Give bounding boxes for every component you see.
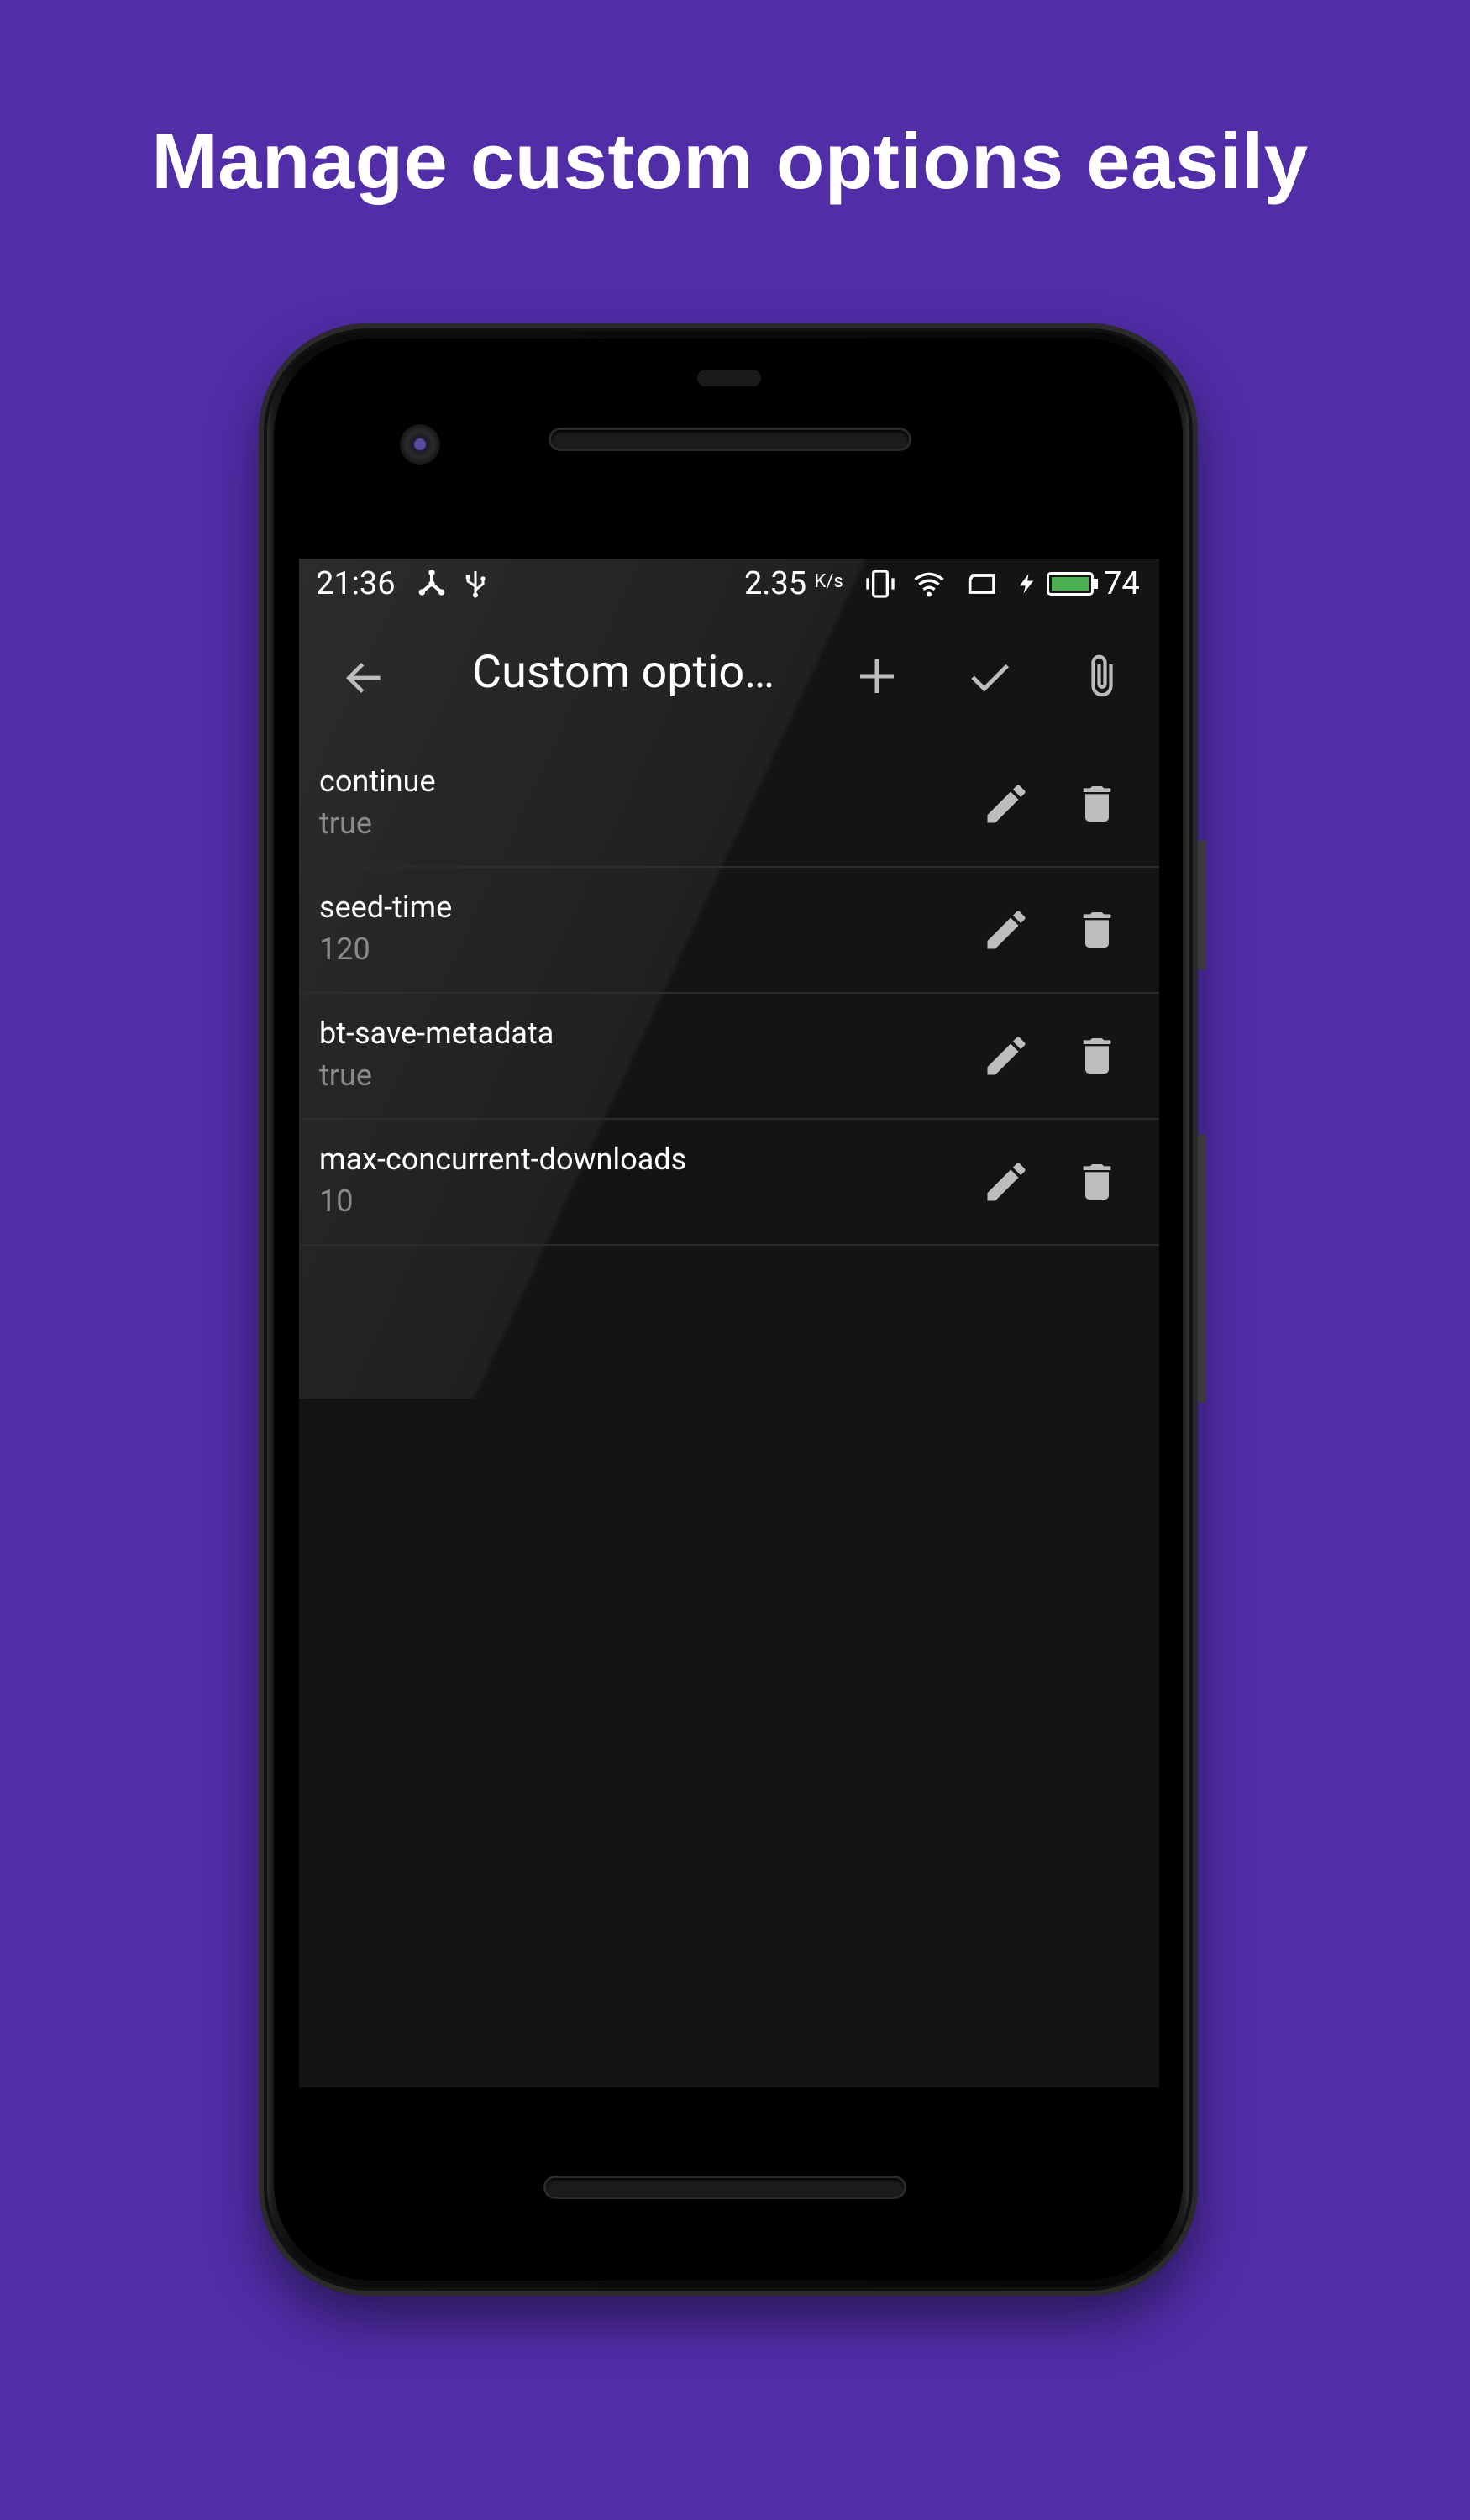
app-toolbar: Custom optio… [299, 611, 1159, 742]
option-value: true [319, 806, 372, 841]
option-key: bt-save-metadata [319, 1016, 554, 1051]
pencil-icon [987, 1163, 1026, 1201]
network-share-icon [415, 567, 449, 609]
option-row: continue true [299, 742, 1159, 868]
delete-option-button[interactable] [1074, 905, 1121, 958]
power-button [1198, 840, 1206, 970]
delete-option-button[interactable] [1074, 779, 1121, 832]
edit-option-button[interactable] [981, 1031, 1032, 1084]
add-option-button[interactable] [852, 651, 902, 705]
network-speed: 2.35 K/s [744, 565, 843, 602]
option-row: max-concurrent-downloads 10 [299, 1120, 1159, 1246]
option-row: bt-save-metadata true [299, 994, 1159, 1120]
headline: Manage custom options easily [151, 117, 1309, 205]
edit-option-button[interactable] [981, 905, 1032, 958]
option-row: seed-time 120 [299, 868, 1159, 994]
check-icon [971, 664, 1010, 692]
trash-icon [1083, 786, 1111, 822]
usb-icon [460, 567, 491, 609]
cast-icon [963, 567, 1000, 609]
pencil-icon [987, 1037, 1026, 1075]
option-key: seed-time [319, 890, 453, 925]
paperclip-icon [1091, 654, 1113, 697]
wifi-icon [911, 567, 948, 609]
attach-button[interactable] [1079, 648, 1126, 708]
edit-option-button[interactable] [981, 779, 1032, 832]
trash-icon [1083, 912, 1111, 948]
trash-icon [1083, 1038, 1111, 1074]
pencil-icon [987, 785, 1026, 823]
page-title: Custom optio… [472, 646, 775, 699]
network-speed-unit: K/s [814, 571, 843, 592]
option-key: continue [319, 764, 436, 799]
option-value: 10 [319, 1184, 354, 1219]
delete-option-button[interactable] [1074, 1031, 1121, 1084]
status-bar: 21:36 2.35 K/s 74 [299, 559, 1159, 611]
trash-icon [1083, 1164, 1111, 1200]
front-camera [400, 424, 440, 465]
earpiece-speaker [551, 430, 909, 449]
status-time: 21:36 [316, 565, 396, 602]
back-button[interactable] [341, 654, 388, 705]
option-key: max-concurrent-downloads [319, 1142, 687, 1177]
delete-option-button[interactable] [1074, 1157, 1121, 1210]
pencil-icon [987, 911, 1026, 949]
battery-icon [1047, 572, 1094, 596]
vibrate-icon [864, 567, 897, 609]
option-value: true [319, 1058, 372, 1093]
proximity-sensor [697, 370, 761, 386]
plus-icon [860, 659, 894, 693]
edit-option-button[interactable] [981, 1157, 1032, 1210]
network-speed-value: 2.35 [744, 565, 807, 602]
option-value: 120 [319, 932, 370, 967]
bottom-speaker [546, 2178, 904, 2197]
arrow-back-icon [346, 663, 381, 693]
app-screen: 21:36 2.35 K/s 74 Custom optio… continue… [299, 559, 1159, 2087]
volume-button [1198, 1134, 1206, 1403]
options-list: continue true seed-time 120 bt-save-meta… [299, 742, 1159, 1246]
confirm-button[interactable] [964, 651, 1015, 705]
charging-icon [1015, 567, 1038, 609]
battery-level: 74 [1104, 565, 1140, 602]
